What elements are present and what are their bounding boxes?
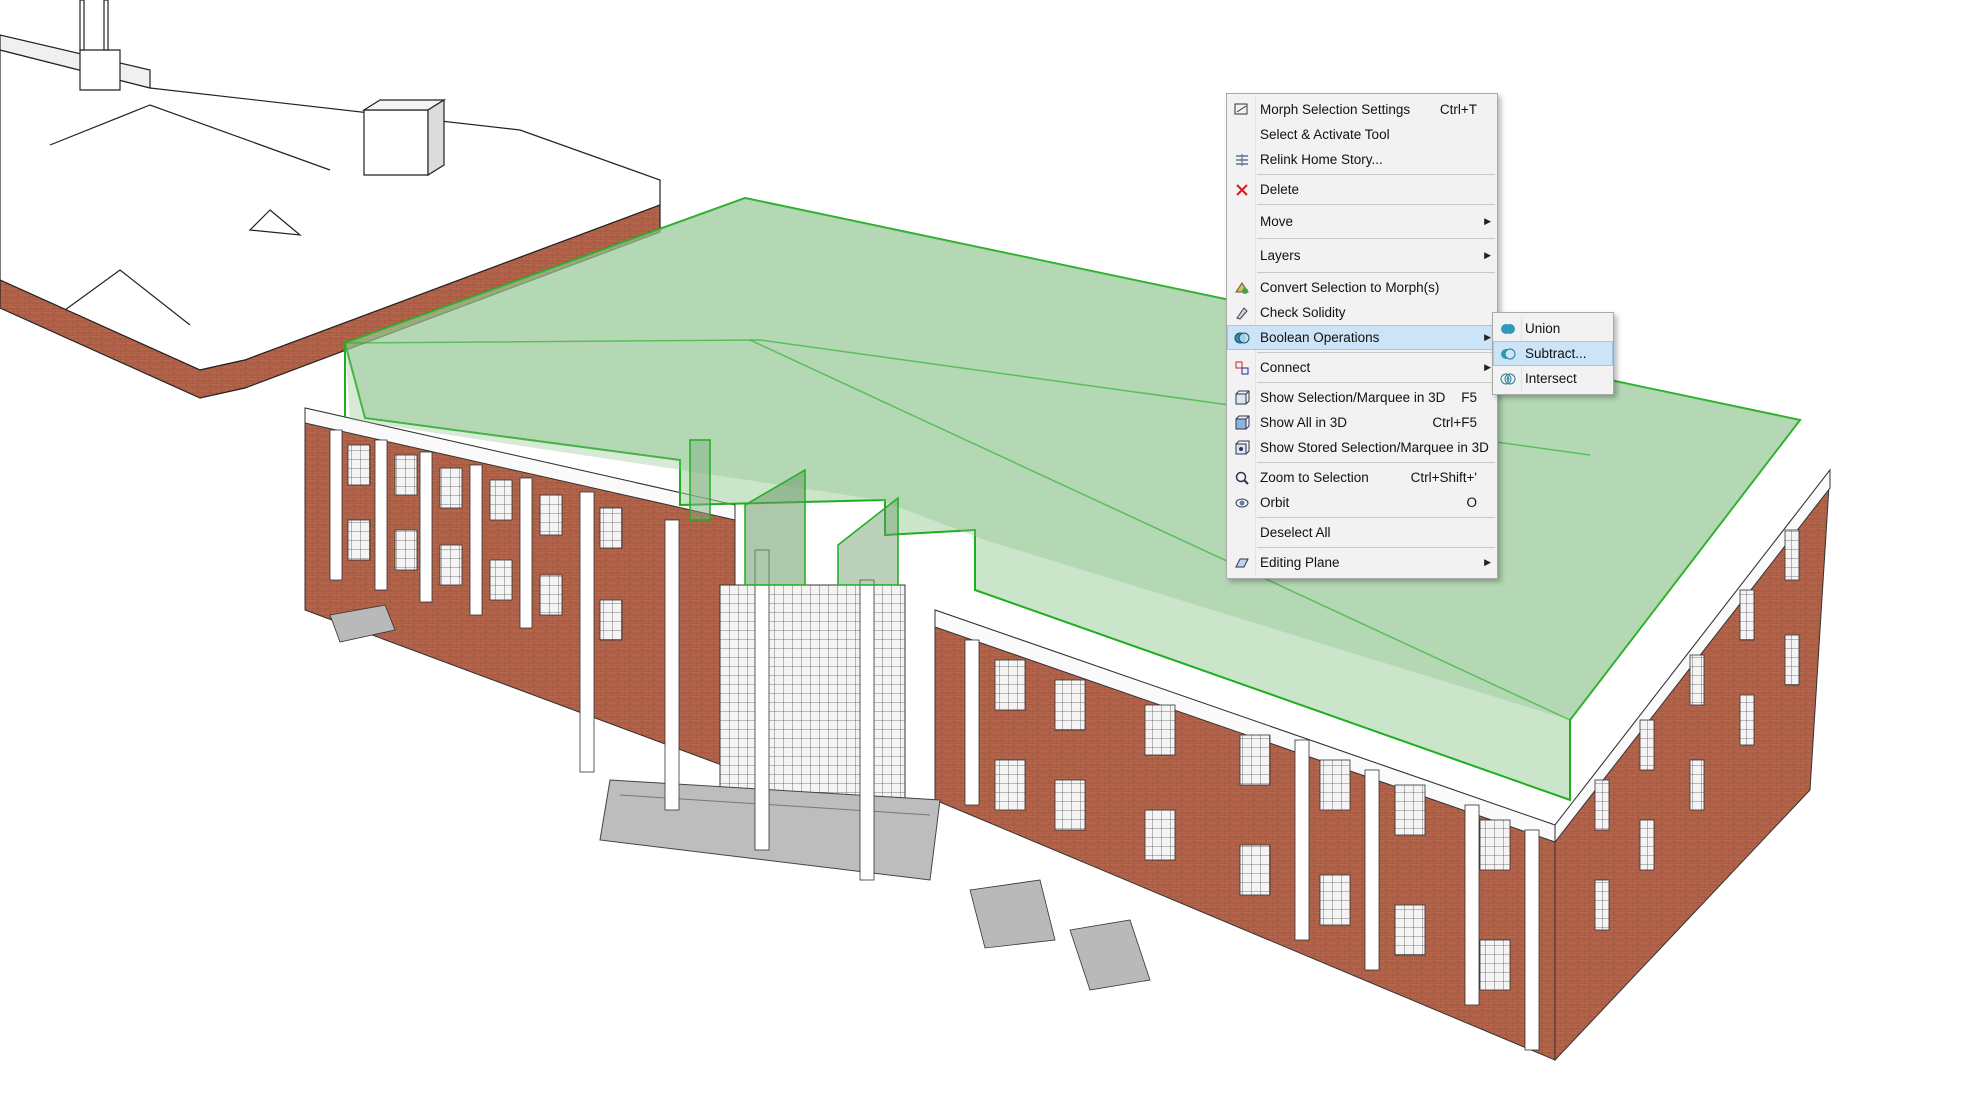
morph-settings-icon	[1233, 101, 1251, 119]
menu-item-label: Show Stored Selection/Marquee in 3D	[1260, 440, 1489, 455]
menu-item-label: Convert Selection to Morph(s)	[1260, 280, 1440, 295]
check-solidity-icon	[1233, 304, 1251, 322]
menu-item-label: Connect	[1260, 360, 1311, 375]
menu-separator	[1257, 382, 1495, 383]
submenu-arrow-icon: ▶	[1484, 557, 1491, 567]
menu-item-label: Delete	[1260, 182, 1300, 197]
menu-item-check-solidity[interactable]: Check Solidity	[1227, 300, 1497, 325]
menu-item-zoom-to-selection[interactable]: Zoom to Selection Ctrl+Shift+'	[1227, 465, 1497, 490]
menu-item-shortcut: F5	[1461, 390, 1477, 405]
submenu-item-union[interactable]: Union	[1493, 316, 1613, 341]
boolean-operations-submenu: Union Subtract... Intersect	[1492, 312, 1614, 395]
menu-item-editing-plane[interactable]: Editing Plane ▶	[1227, 550, 1497, 575]
context-menu: Morph Selection Settings Ctrl+T Select &…	[1226, 93, 1498, 579]
menu-item-label: Editing Plane	[1260, 555, 1340, 570]
menu-item-label: Relink Home Story...	[1260, 152, 1383, 167]
menu-item-delete[interactable]: Delete	[1227, 177, 1497, 202]
menu-separator	[1257, 174, 1495, 175]
menu-item-orbit[interactable]: Orbit O	[1227, 490, 1497, 515]
menu-item-convert-selection-to-morph[interactable]: Convert Selection to Morph(s)	[1227, 275, 1497, 300]
menu-item-show-selection-in-3d[interactable]: Show Selection/Marquee in 3D F5	[1227, 385, 1497, 410]
convert-morph-icon	[1233, 279, 1251, 297]
menu-item-label: Boolean Operations	[1260, 330, 1380, 345]
menu-item-label: Orbit	[1260, 495, 1290, 510]
menu-item-show-stored-selection-in-3d[interactable]: Show Stored Selection/Marquee in 3D	[1227, 435, 1497, 460]
menu-item-shortcut: O	[1466, 495, 1477, 510]
3d-viewport[interactable]	[0, 0, 1961, 1117]
union-icon	[1499, 320, 1517, 338]
connect-icon	[1233, 359, 1251, 377]
editing-plane-icon	[1233, 554, 1251, 572]
boolean-icon	[1233, 329, 1251, 347]
menu-item-select-activate-tool[interactable]: Select & Activate Tool	[1227, 122, 1497, 147]
orbit-icon	[1233, 494, 1251, 512]
subtract-icon	[1499, 345, 1517, 363]
menu-separator	[1257, 517, 1495, 518]
show-3d-icon	[1233, 389, 1251, 407]
menu-separator	[1257, 204, 1495, 205]
submenu-arrow-icon: ▶	[1484, 250, 1491, 260]
submenu-arrow-icon: ▶	[1484, 216, 1491, 226]
menu-item-label: Show Selection/Marquee in 3D	[1260, 390, 1446, 405]
menu-item-label: Deselect All	[1260, 525, 1331, 540]
menu-item-label: Move	[1260, 214, 1294, 229]
menu-item-layers[interactable]: Layers ▶	[1227, 241, 1497, 270]
delete-x-icon	[1233, 181, 1251, 199]
menu-item-label: Show All in 3D	[1260, 415, 1348, 430]
menu-item-connect[interactable]: Connect ▶	[1227, 355, 1497, 380]
menu-item-morph-selection-settings[interactable]: Morph Selection Settings Ctrl+T	[1227, 97, 1497, 122]
menu-item-relink-home-story[interactable]: Relink Home Story...	[1227, 147, 1497, 172]
menu-item-label: Check Solidity	[1260, 305, 1346, 320]
menu-item-label: Morph Selection Settings	[1260, 102, 1411, 117]
menu-item-deselect-all[interactable]: Deselect All	[1227, 520, 1497, 545]
menu-item-label: Select & Activate Tool	[1260, 127, 1390, 142]
submenu-item-label: Subtract...	[1525, 346, 1587, 361]
submenu-arrow-icon: ▶	[1484, 362, 1491, 372]
menu-item-shortcut: Ctrl+T	[1439, 102, 1477, 117]
menu-separator	[1257, 462, 1495, 463]
menu-separator	[1257, 352, 1495, 353]
menu-separator	[1257, 238, 1495, 239]
submenu-item-label: Intersect	[1525, 371, 1577, 386]
submenu-item-subtract[interactable]: Subtract...	[1493, 341, 1613, 366]
menu-item-move[interactable]: Move ▶	[1227, 207, 1497, 236]
submenu-item-label: Union	[1525, 321, 1561, 336]
intersect-icon	[1499, 370, 1517, 388]
zoom-icon	[1233, 469, 1251, 487]
menu-item-label: Layers	[1260, 248, 1301, 263]
menu-item-shortcut: Ctrl+Shift+'	[1410, 470, 1477, 485]
submenu-arrow-icon: ▶	[1484, 332, 1491, 342]
menu-separator	[1257, 272, 1495, 273]
menu-separator	[1257, 547, 1495, 548]
stored-3d-icon	[1233, 439, 1251, 457]
show-all-3d-icon	[1233, 414, 1251, 432]
building-model[interactable]	[0, 0, 1961, 1117]
menu-item-label: Zoom to Selection	[1260, 470, 1369, 485]
menu-item-boolean-operations[interactable]: Boolean Operations ▶	[1227, 325, 1497, 350]
menu-item-shortcut: Ctrl+F5	[1432, 415, 1477, 430]
relink-story-icon	[1233, 151, 1251, 169]
menu-item-show-all-in-3d[interactable]: Show All in 3D Ctrl+F5	[1227, 410, 1497, 435]
submenu-item-intersect[interactable]: Intersect	[1493, 366, 1613, 391]
